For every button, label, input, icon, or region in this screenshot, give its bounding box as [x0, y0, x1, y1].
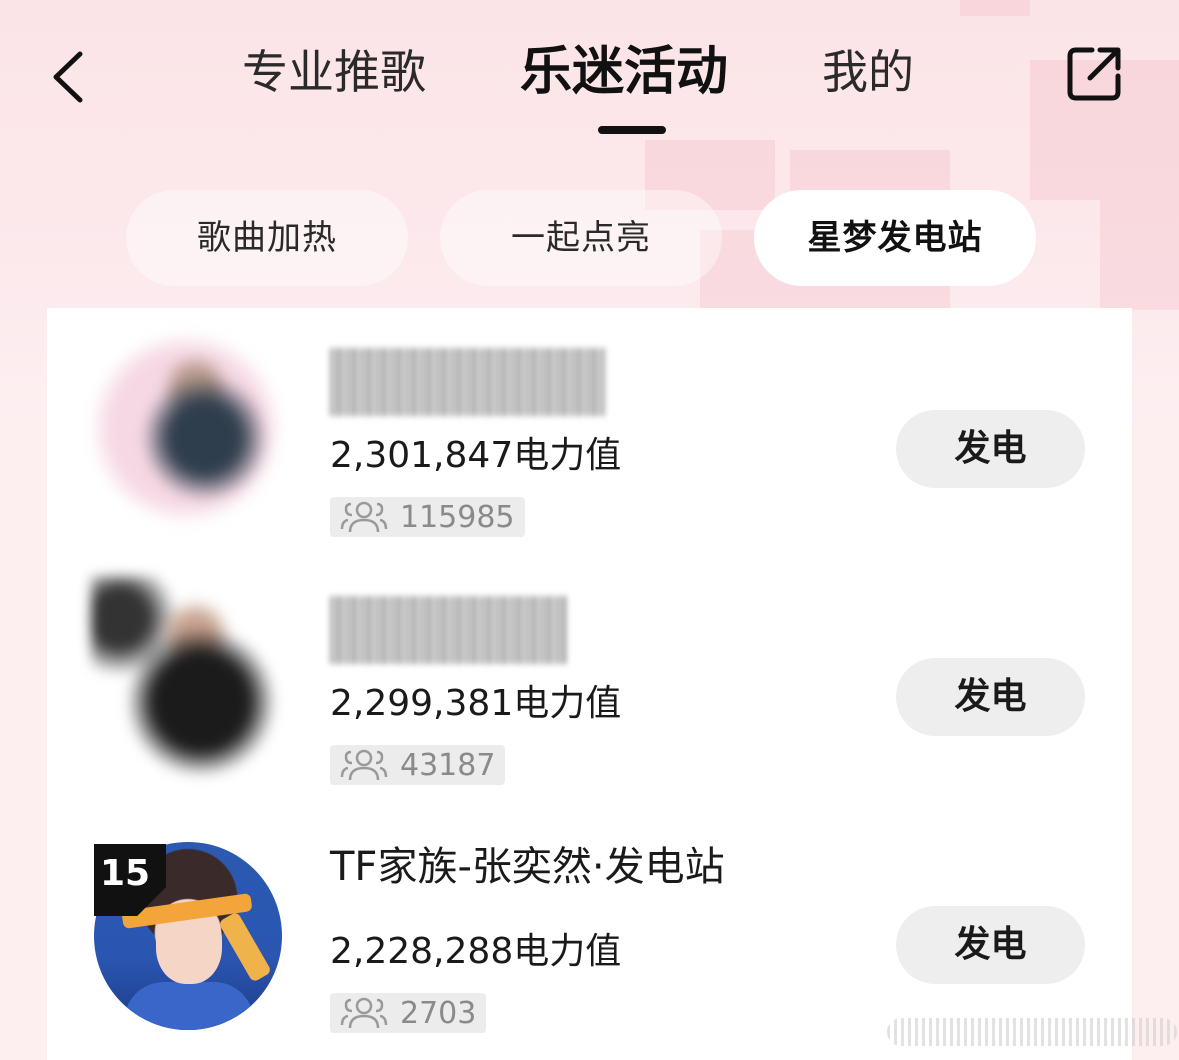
share-button[interactable] [1062, 42, 1126, 106]
name-blurred [330, 348, 606, 416]
power-value: 2,301,847电力值 [330, 435, 622, 476]
watermark [887, 1018, 1177, 1046]
fans-count-badge: 2703 [330, 993, 487, 1033]
avatar[interactable] [91, 576, 281, 776]
power-value: 2,299,381电力值 [330, 683, 622, 724]
subtab-star-dream-power-station[interactable]: 星梦发电站 [754, 190, 1036, 286]
charge-button[interactable]: 发电 [896, 658, 1085, 736]
fans-count: 2703 [400, 995, 477, 1031]
fans-group-icon [340, 749, 388, 781]
main-tabs: 专业推歌 乐迷活动 我的 [0, 36, 1179, 116]
fans-group-icon [340, 997, 388, 1029]
share-external-icon [1067, 47, 1121, 101]
avatar[interactable] [91, 328, 281, 528]
tab-fan-activities[interactable]: 乐迷活动 [520, 36, 728, 116]
subtab-light-up-together[interactable]: 一起点亮 [440, 190, 722, 286]
charge-button[interactable]: 发电 [896, 906, 1085, 984]
fans-group-icon [340, 501, 388, 533]
top-bar: 专业推歌 乐迷活动 我的 [0, 0, 1179, 150]
list-item: 2,299,381电力值 43187 发电 [47, 556, 1132, 796]
name-blurred [330, 596, 566, 664]
subtab-song-heat[interactable]: 歌曲加热 [126, 190, 408, 286]
list-item: TF家族-张奕然·发电站 2,228,288电力值 2703 发电 [47, 804, 1132, 1044]
active-tab-indicator [598, 126, 666, 134]
fans-count: 43187 [400, 747, 496, 783]
tab-mine[interactable]: 我的 [822, 36, 914, 116]
fans-count: 115985 [400, 499, 515, 535]
tab-pro-promote[interactable]: 专业推歌 [242, 36, 426, 116]
sub-tabs: 歌曲加热 一起点亮 星梦发电站 [0, 190, 1179, 286]
power-station-list: 2,301,847电力值 115985 发电 2,299,381电力值 4318… [47, 308, 1132, 1060]
fans-count-badge: 43187 [330, 745, 506, 785]
charge-button[interactable]: 发电 [896, 410, 1085, 488]
power-value: 2,228,288电力值 [330, 931, 622, 972]
fans-count-badge: 115985 [330, 497, 525, 537]
list-item: 2,301,847电力值 115985 发电 [47, 308, 1132, 548]
station-name: TF家族-张奕然·发电站 [330, 844, 725, 890]
